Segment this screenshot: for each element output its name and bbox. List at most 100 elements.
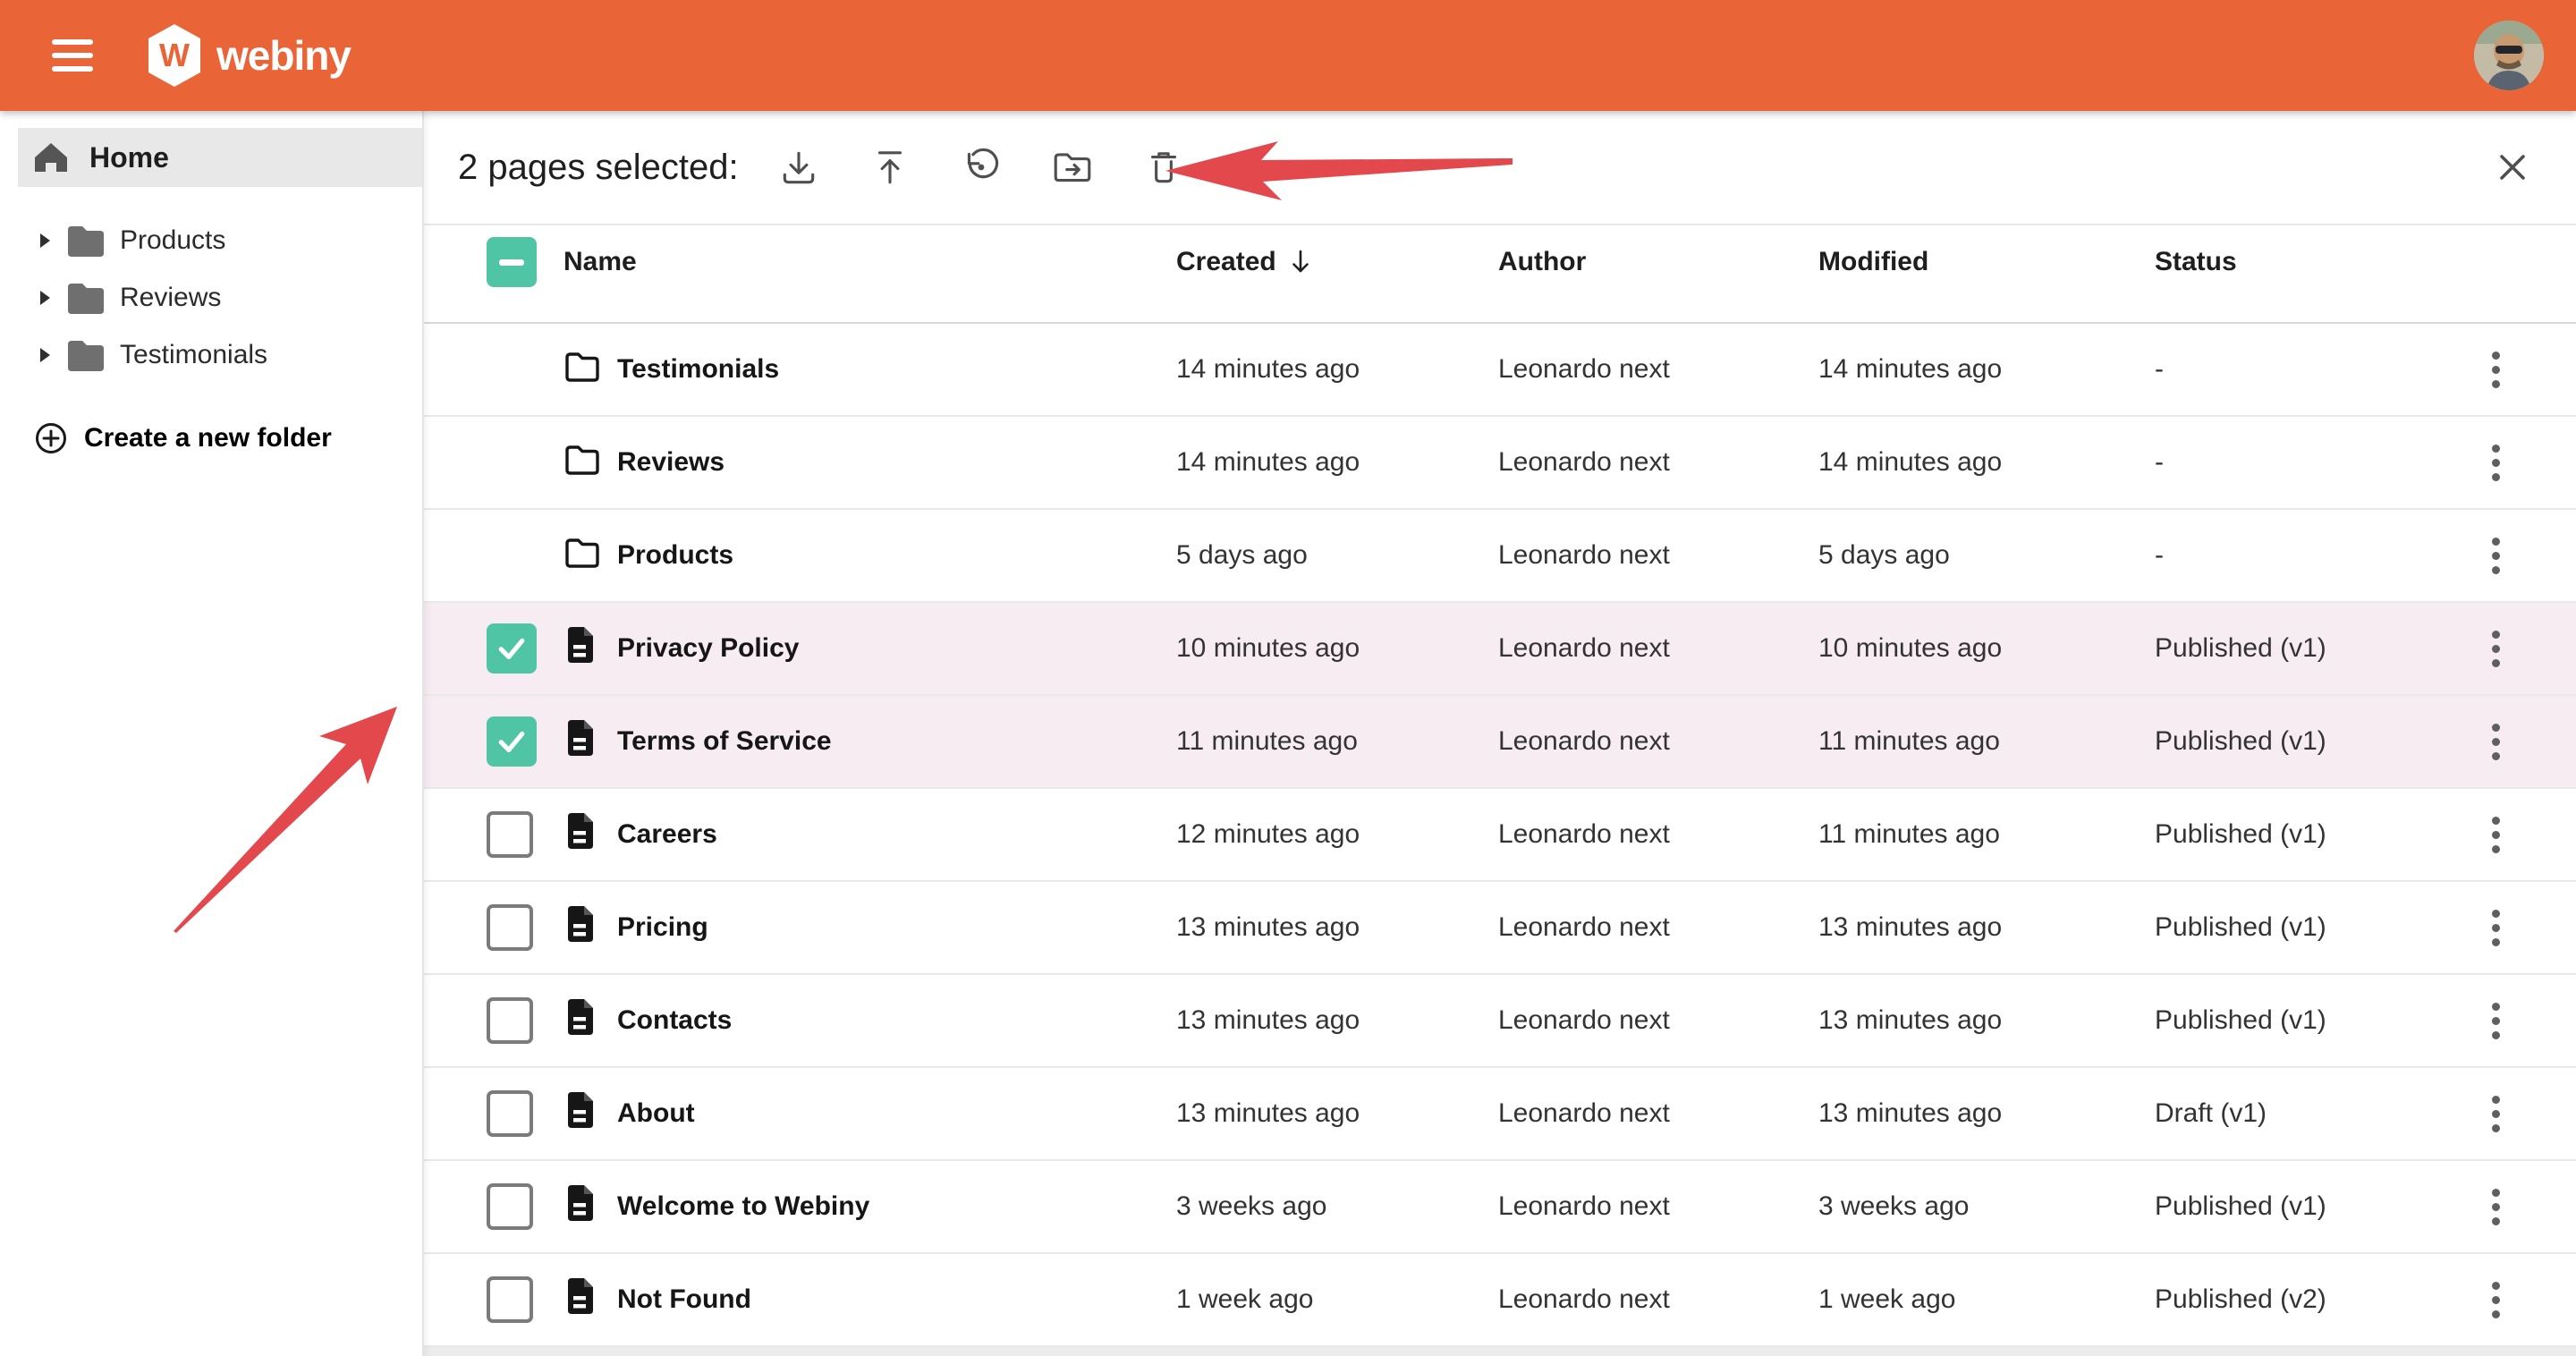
table-row[interactable]: Welcome to Webiny 3 weeks ago Leonardo n… (424, 1161, 2576, 1254)
table-row[interactable]: Careers 12 minutes ago Leonardo next 11 … (424, 789, 2576, 882)
row-menu-button[interactable] (2483, 529, 2509, 583)
select-all-checkbox[interactable] (487, 237, 537, 287)
row-modified: 1 week ago (1818, 1284, 2155, 1315)
restore-button[interactable] (957, 143, 1005, 191)
row-author: Leonardo next (1498, 1191, 1818, 1222)
row-author: Leonardo next (1498, 354, 1818, 385)
row-menu-button[interactable] (2483, 1180, 2509, 1234)
table-row[interactable]: Contacts 13 minutes ago Leonardo next 13… (424, 975, 2576, 1068)
row-status: Published (v2) (2155, 1284, 2451, 1315)
row-name: Careers (617, 819, 1176, 850)
row-checkbox[interactable] (487, 811, 533, 858)
chevron-right-icon[interactable] (38, 289, 52, 307)
row-modified: 14 minutes ago (1818, 447, 2155, 478)
chevron-right-icon[interactable] (38, 346, 52, 364)
hamburger-icon[interactable] (52, 39, 97, 72)
sidebar-item-products[interactable]: Products (0, 212, 422, 269)
row-modified: 11 minutes ago (1818, 726, 2155, 757)
row-name: Terms of Service (617, 726, 1176, 757)
folder-icon (66, 339, 106, 371)
table-row[interactable]: Pricing 13 minutes ago Leonardo next 13 … (424, 882, 2576, 975)
folder-tree-sidebar: Home Products Reviews Testimonials (0, 111, 424, 1356)
row-created: 1 week ago (1176, 1284, 1498, 1315)
move-to-folder-button[interactable] (1048, 143, 1097, 191)
document-icon (564, 997, 596, 1037)
table-row[interactable]: Not Found 1 week ago Leonardo next 1 wee… (424, 1254, 2576, 1347)
user-avatar[interactable] (2474, 21, 2544, 90)
upload-icon (869, 146, 911, 189)
column-header-author: Author (1498, 247, 1818, 277)
document-icon (564, 904, 596, 944)
row-checkbox[interactable] (487, 1276, 533, 1323)
column-header-name: Name (564, 247, 1176, 277)
row-modified: 10 minutes ago (1818, 633, 2155, 664)
folder-icon (66, 282, 106, 314)
row-created: 5 days ago (1176, 540, 1498, 571)
table-row[interactable]: Testimonials 14 minutes ago Leonardo nex… (424, 324, 2576, 417)
close-icon (2493, 148, 2532, 187)
row-menu-button[interactable] (2483, 1087, 2509, 1141)
selection-toolbar: 2 pages selected: (424, 111, 2576, 225)
row-menu-button[interactable] (2483, 622, 2509, 676)
document-icon (564, 1183, 596, 1223)
trash-icon (1142, 146, 1185, 189)
chevron-right-icon[interactable] (38, 232, 52, 250)
table-row[interactable]: About 13 minutes ago Leonardo next 13 mi… (424, 1068, 2576, 1161)
webiny-page-manager: W webiny Home (0, 0, 2576, 1356)
page-list-panel: 2 pages selected: (424, 111, 2576, 1356)
close-selection-button[interactable] (2488, 143, 2537, 191)
row-menu-button[interactable] (2483, 436, 2509, 490)
sidebar-item-testimonials[interactable]: Testimonials (0, 326, 422, 384)
row-checkbox[interactable] (487, 623, 537, 674)
row-menu-button[interactable] (2483, 901, 2509, 955)
document-icon (564, 1276, 596, 1316)
brand-wordmark: webiny (216, 31, 351, 80)
sidebar-home-label: Home (89, 141, 169, 174)
create-folder-button[interactable]: Create a new folder (34, 421, 332, 455)
selection-count-label: 2 pages selected: (458, 148, 739, 188)
download-icon (777, 146, 820, 189)
sidebar-folder-label: Reviews (120, 283, 221, 313)
folder-icon (564, 442, 601, 476)
table-row[interactable]: Reviews 14 minutes ago Leonardo next 14 … (424, 417, 2576, 510)
row-checkbox[interactable] (487, 716, 537, 767)
publish-button[interactable] (866, 143, 914, 191)
row-status: - (2155, 354, 2451, 385)
row-created: 11 minutes ago (1176, 726, 1498, 757)
row-author: Leonardo next (1498, 1005, 1818, 1036)
column-header-modified: Modified (1818, 247, 2155, 277)
bulk-actions (775, 143, 1188, 191)
sidebar-folder-list: Products Reviews Testimonials (0, 212, 422, 384)
sidebar-item-home[interactable]: Home (18, 128, 422, 187)
row-menu-button[interactable] (2483, 1273, 2509, 1327)
folder-icon (564, 349, 601, 383)
row-menu-button[interactable] (2483, 343, 2509, 397)
delete-button[interactable] (1140, 143, 1188, 191)
table-bottom-strip (424, 1347, 2576, 1356)
row-checkbox[interactable] (487, 1183, 533, 1230)
row-menu-button[interactable] (2483, 715, 2509, 769)
sidebar-item-reviews[interactable]: Reviews (0, 269, 422, 326)
row-status: Published (v1) (2155, 1005, 2451, 1036)
download-button[interactable] (775, 143, 823, 191)
home-icon (32, 140, 70, 174)
row-checkbox[interactable] (487, 904, 533, 951)
row-created: 14 minutes ago (1176, 447, 1498, 478)
svg-text:W: W (159, 37, 190, 73)
column-header-created[interactable]: Created (1176, 247, 1498, 277)
row-checkbox[interactable] (487, 1090, 533, 1137)
row-menu-button[interactable] (2483, 808, 2509, 862)
table-row[interactable]: Products 5 days ago Leonardo next 5 days… (424, 510, 2576, 603)
row-author: Leonardo next (1498, 540, 1818, 571)
webiny-logo[interactable]: W webiny (145, 22, 351, 89)
row-checkbox[interactable] (487, 997, 533, 1044)
row-author: Leonardo next (1498, 912, 1818, 943)
plus-circle-icon (34, 421, 68, 455)
table-row[interactable]: Privacy Policy 10 minutes ago Leonardo n… (424, 603, 2576, 696)
sidebar-folder-label: Products (120, 225, 225, 256)
row-menu-button[interactable] (2483, 994, 2509, 1048)
table-row[interactable]: Terms of Service 11 minutes ago Leonardo… (424, 696, 2576, 789)
row-modified: 5 days ago (1818, 540, 2155, 571)
row-status: Published (v1) (2155, 633, 2451, 664)
avatar-photo-placeholder (2474, 21, 2544, 90)
